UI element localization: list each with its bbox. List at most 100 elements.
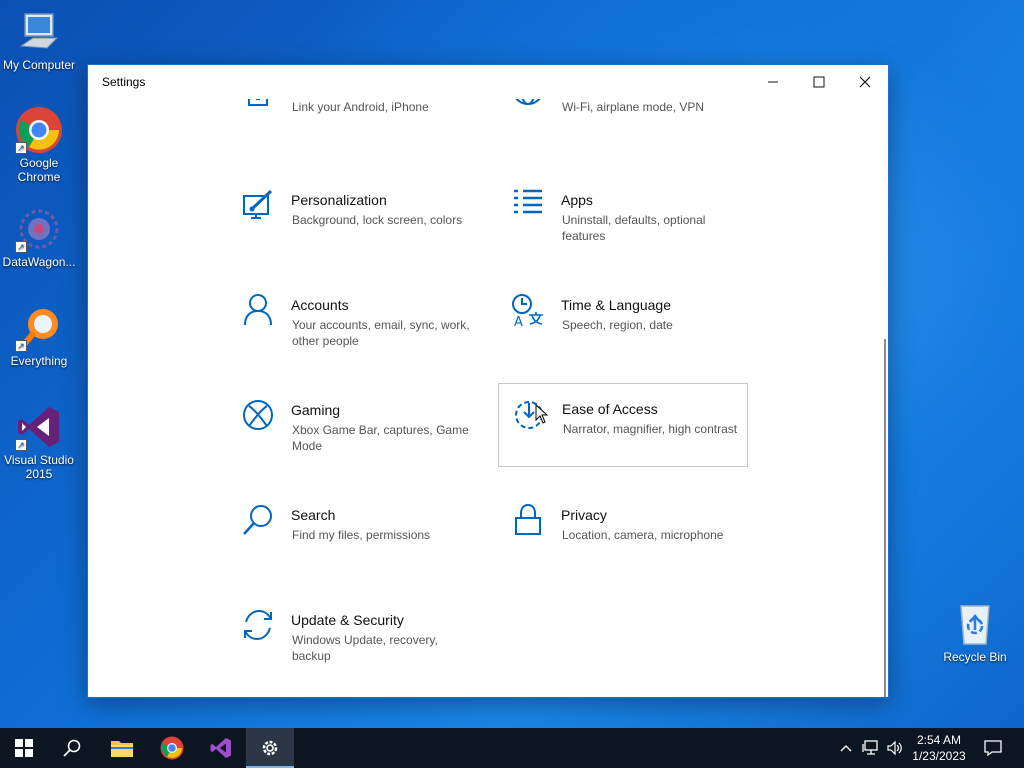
- search-icon: [241, 503, 275, 537]
- desktop-icon-google-chrome[interactable]: ↗ Google Chrome: [0, 106, 78, 184]
- tile-name: Update & Security: [291, 612, 404, 628]
- taskbar-clock[interactable]: 2:54 AM 1/23/2023: [906, 732, 972, 764]
- tile-description: Uninstall, defaults, optional features: [562, 213, 706, 243]
- desktop-icon-everything[interactable]: ↗ Everything: [0, 304, 78, 368]
- chevron-up-icon: [840, 745, 852, 752]
- tile-name: Ease of Access: [562, 401, 658, 417]
- tile-description: Background, lock screen, colors: [292, 213, 463, 227]
- tile-name: Search: [291, 507, 336, 523]
- mouse-cursor-icon: [535, 404, 549, 424]
- desktop-icon-label: DataWagon...: [2, 255, 76, 269]
- visual-studio-icon: [210, 738, 231, 758]
- tile-network[interactable]: Wi-Fi, airplane mode, VPN: [511, 99, 761, 159]
- windows-logo-icon: [15, 739, 33, 757]
- phone-icon: [241, 99, 275, 109]
- chrome-icon: [160, 736, 184, 760]
- taskbar-settings[interactable]: [246, 728, 294, 768]
- update-icon: [241, 608, 275, 642]
- start-button[interactable]: [0, 728, 48, 768]
- tile-personalization[interactable]: Personalization Background, lock screen,…: [241, 188, 491, 272]
- shortcut-arrow-icon: ↗: [15, 241, 27, 253]
- search-icon: [63, 739, 81, 757]
- chrome-icon: ↗: [15, 106, 63, 154]
- xbox-icon: [241, 398, 275, 432]
- clock-date: 1/23/2023: [912, 749, 966, 763]
- tile-phone[interactable]: Link your Android, iPhone: [241, 99, 491, 159]
- close-button[interactable]: [842, 65, 888, 99]
- gear-icon: [262, 740, 278, 756]
- tile-name: Time & Language: [561, 297, 671, 313]
- desktop-icon-label: My Computer: [2, 58, 76, 72]
- maximize-button[interactable]: [796, 65, 842, 99]
- action-center-button[interactable]: [978, 728, 1008, 768]
- desktop-icon-recycle-bin[interactable]: Recycle Bin: [936, 600, 1014, 664]
- paintbrush-icon: [241, 188, 275, 222]
- tile-description: Wi-Fi, airplane mode, VPN: [562, 100, 705, 114]
- tile-description: Xbox Game Bar, captures, Game Mode: [292, 423, 469, 453]
- scrollbar[interactable]: [884, 339, 886, 697]
- tile-search[interactable]: Search Find my files, permissions: [241, 503, 491, 587]
- tile-gaming[interactable]: Gaming Xbox Game Bar, captures, Game Mod…: [241, 398, 491, 482]
- minimize-icon: [768, 81, 778, 83]
- desktop-icon-label: Recycle Bin: [943, 650, 1007, 664]
- window-title: Settings: [102, 75, 146, 89]
- computer-icon: [15, 8, 63, 56]
- svg-text:A: A: [514, 315, 523, 327]
- notification-icon: [984, 740, 1002, 756]
- title-bar[interactable]: Settings: [88, 65, 888, 99]
- desktop-icon-label: Visual Studio 2015: [4, 453, 74, 481]
- minimize-button[interactable]: [750, 65, 796, 99]
- shortcut-arrow-icon: ↗: [15, 142, 27, 154]
- tile-apps[interactable]: Apps Uninstall, defaults, optional featu…: [511, 188, 761, 272]
- tile-description: Link your Android, iPhone: [292, 100, 429, 114]
- taskbar-file-explorer[interactable]: [98, 728, 146, 768]
- desktop-icon-label: Google Chrome: [17, 156, 61, 184]
- datawagon-icon: ↗: [15, 205, 63, 253]
- tile-update-security[interactable]: Update & Security Windows Update, recove…: [241, 608, 491, 692]
- taskbar-chrome[interactable]: [148, 728, 196, 768]
- time-language-icon: A: [511, 293, 545, 330]
- tile-name: Personalization: [291, 192, 387, 208]
- visual-studio-icon: ↗: [15, 403, 63, 451]
- tile-description: Find my files, permissions: [292, 528, 431, 542]
- desktop-icon-visual-studio[interactable]: ↗ Visual Studio 2015: [0, 403, 78, 481]
- desktop: My Computer ↗ Google Chrome ↗ DataWagon.: [0, 0, 1024, 728]
- volume-tray-button[interactable]: [884, 728, 906, 768]
- desktop-icon-datawagon[interactable]: ↗ DataWagon...: [0, 205, 78, 269]
- shortcut-arrow-icon: ↗: [15, 439, 27, 451]
- clock-time: 2:54 AM: [916, 733, 962, 747]
- person-icon: [241, 293, 275, 327]
- globe-icon: [511, 99, 545, 109]
- speaker-icon: [887, 740, 902, 756]
- tile-name: Accounts: [291, 297, 349, 313]
- shortcut-arrow-icon: ↗: [15, 340, 27, 352]
- taskbar-visual-studio[interactable]: [197, 728, 245, 768]
- taskbar: 2:54 AM 1/23/2023: [0, 728, 1024, 768]
- apps-list-icon: [511, 188, 545, 222]
- recycle-bin-icon: [951, 600, 999, 648]
- network-tray-button[interactable]: [860, 728, 882, 768]
- tile-description: Windows Update, recovery, backup: [292, 633, 438, 663]
- tile-description: Speech, region, date: [562, 318, 673, 332]
- tile-privacy[interactable]: Privacy Location, camera, microphone: [511, 503, 761, 587]
- tile-time-language[interactable]: A Time & Language Speech, region, date: [511, 293, 761, 377]
- tile-accounts[interactable]: Accounts Your accounts, email, sync, wor…: [241, 293, 491, 377]
- folder-icon: [111, 741, 133, 757]
- tile-name: Gaming: [291, 402, 341, 418]
- tile-description: Narrator, magnifier, high contrast: [563, 422, 738, 436]
- settings-content: Link your Android, iPhone Wi-Fi, airplan…: [88, 99, 888, 697]
- everything-magnifier-icon: ↗: [15, 304, 63, 352]
- taskbar-search-button[interactable]: [48, 728, 96, 768]
- close-icon: [859, 76, 871, 88]
- tile-description: Location, camera, microphone: [562, 528, 724, 542]
- tray-overflow-button[interactable]: [836, 728, 856, 768]
- maximize-icon: [813, 76, 825, 88]
- tile-ease-of-access[interactable]: Ease of Access Narrator, magnifier, high…: [498, 383, 748, 467]
- desktop-icon-my-computer[interactable]: My Computer: [0, 8, 78, 72]
- settings-window: Settings Link your Android, iPhone Wi-Fi…: [87, 64, 889, 698]
- lock-icon: [511, 503, 545, 537]
- desktop-icon-label: Everything: [10, 354, 68, 368]
- tile-name: Apps: [561, 192, 593, 208]
- tile-description: Your accounts, email, sync, work, other …: [292, 318, 470, 348]
- tile-name: Privacy: [561, 507, 607, 523]
